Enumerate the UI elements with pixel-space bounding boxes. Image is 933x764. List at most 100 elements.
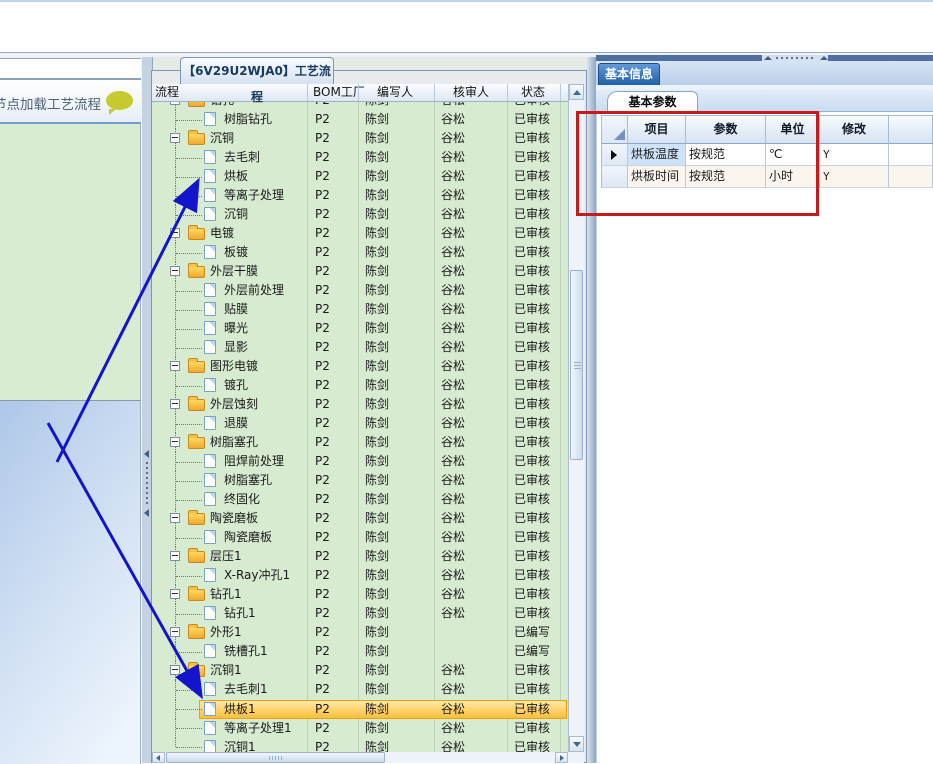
col-reviewer[interactable]: 核审人 (453, 85, 489, 100)
tree-row[interactable]: 终固化 P2 陈剑 谷松 已审核 (152, 490, 568, 510)
expand-collapse-box[interactable] (170, 551, 180, 562)
scroll-down-button[interactable] (569, 736, 584, 752)
row-selector-cell[interactable] (601, 166, 628, 188)
param-cell[interactable]: 按规范 (686, 166, 766, 188)
param-col-header[interactable]: 单位 (766, 115, 820, 144)
param-col-header[interactable]: 修改 (820, 115, 889, 144)
select-all-cell[interactable] (601, 115, 628, 144)
collapse-up-icon[interactable] (820, 56, 828, 60)
tree-row[interactable]: 外形1 P2 陈剑 已编写 (152, 623, 568, 643)
cell-rev: 谷松 (441, 511, 466, 526)
tree-row[interactable]: 树脂塞孔 P2 陈剑 谷松 已审核 (152, 471, 568, 491)
tree-row[interactable]: 铣槽孔1 P2 陈剑 已编写 (152, 642, 568, 662)
param-cell[interactable]: Y (820, 144, 889, 166)
expand-collapse-box[interactable] (170, 437, 180, 448)
node-label: 沉铜1 (210, 663, 242, 678)
col-flow[interactable]: 流程 (155, 85, 179, 100)
tree-row[interactable]: 图形电镀 P2 陈剑 谷松 已审核 (152, 357, 568, 377)
tree-row[interactable]: 曝光 P2 陈剑 谷松 已审核 (152, 319, 568, 339)
tree-row[interactable]: 钻孔1 P2 陈剑 谷松 已审核 (152, 604, 568, 624)
param-cell[interactable] (889, 144, 933, 166)
tree-row[interactable]: 退膜 P2 陈剑 谷松 已审核 (152, 414, 568, 434)
folder-icon (188, 225, 205, 241)
tree-row[interactable]: 沉铜1 P2 陈剑 谷松 已审核 (152, 737, 568, 752)
scroll-left-button[interactable] (152, 752, 165, 763)
tree-row[interactable]: 沉铜1 P2 陈剑 谷松 已审核 (152, 661, 568, 681)
node-label: 等离子处理 (224, 188, 285, 203)
param-cell[interactable] (889, 166, 933, 188)
col-author[interactable]: 编写人 (377, 85, 413, 100)
tree-row[interactable]: 电镀 P2 陈剑 谷松 已审核 (152, 224, 568, 244)
param-cell[interactable]: Y (820, 166, 889, 188)
tree-row[interactable]: X-Ray冲孔1 P2 陈剑 谷松 已审核 (152, 566, 568, 586)
cell-bom: P2 (315, 701, 330, 716)
tree-row[interactable]: 外层干膜 P2 陈剑 谷松 已审核 (152, 262, 568, 282)
vertical-scroll-thumb[interactable] (570, 270, 583, 460)
tree-connector-stub (176, 461, 202, 463)
collapse-up-icon[interactable] (764, 56, 772, 60)
tree-row[interactable]: 显影 P2 陈剑 谷松 已审核 (152, 338, 568, 358)
param-cell[interactable]: 烘板时间 (628, 166, 686, 188)
document-tab[interactable]: 【6V29U2WJA0】工艺流程 (180, 57, 334, 104)
tree-row[interactable]: 外层蚀刻 P2 陈剑 谷松 已审核 (152, 395, 568, 415)
expand-collapse-box[interactable] (170, 361, 180, 372)
expand-collapse-box[interactable] (170, 627, 180, 638)
expand-collapse-box[interactable] (170, 513, 180, 524)
tree-row[interactable]: 钻孔1 P2 陈剑 谷松 已审核 (152, 585, 568, 605)
splitter-grip[interactable] (146, 462, 148, 504)
cell-bom: P2 (315, 454, 330, 469)
scroll-up-button[interactable] (569, 84, 584, 100)
tree-row[interactable]: 钻孔 P2 陈剑 谷松 已审核 (152, 101, 568, 111)
expand-collapse-box[interactable] (170, 399, 180, 410)
tree-row[interactable]: 陶瓷磨板 P2 陈剑 谷松 已审核 (152, 509, 568, 529)
node-label: 钻孔 (210, 101, 234, 110)
tree-row[interactable]: 去毛刺 P2 陈剑 谷松 已审核 (152, 148, 568, 168)
vertical-splitter-right[interactable] (587, 57, 596, 763)
node-label: 外层蚀刻 (210, 397, 259, 412)
tree-row[interactable]: 陶瓷磨板 P2 陈剑 谷松 已审核 (152, 528, 568, 548)
tree-row[interactable]: 层压1 P2 陈剑 谷松 已审核 (152, 547, 568, 567)
param-cell[interactable]: 烘板温度 (628, 144, 686, 166)
row-selector-cell[interactable] (601, 144, 628, 166)
tree-row[interactable]: 板镀 P2 陈剑 谷松 已审核 (152, 243, 568, 263)
param-cell[interactable]: 小时 (766, 166, 820, 188)
tree-row[interactable]: 等离子处理1 P2 陈剑 谷松 已审核 (152, 718, 568, 738)
expand-collapse-box[interactable] (170, 589, 180, 600)
tree-row[interactable]: 沉铜 P2 陈剑 谷松 已审核 (152, 205, 568, 225)
param-col-header[interactable]: 项目 (628, 115, 686, 144)
tree-row[interactable]: 贴膜 P2 陈剑 谷松 已审核 (152, 300, 568, 320)
tree-row[interactable]: 树脂塞孔 P2 陈剑 谷松 已审核 (152, 433, 568, 453)
param-cell[interactable]: 按规范 (686, 144, 766, 166)
tree-row[interactable]: 镀孔 P2 陈剑 谷松 已审核 (152, 376, 568, 396)
tab-basic-params[interactable]: 基本参数 (607, 91, 698, 113)
tree-vertical-scrollbar[interactable] (568, 84, 584, 752)
expand-collapse-box[interactable] (170, 133, 180, 144)
param-cell[interactable]: ℃ (766, 144, 820, 166)
table-row[interactable]: 烘板时间 按规范 小时 Y (601, 166, 933, 188)
expand-collapse-box[interactable] (170, 228, 180, 239)
tree-horizontal-scrollbar[interactable] (152, 752, 584, 763)
table-row[interactable]: 烘板温度 按规范 ℃ Y (601, 144, 933, 166)
tree-row[interactable]: 沉铜 P2 陈剑 谷松 已审核 (152, 129, 568, 149)
col-status[interactable]: 状态 (521, 85, 545, 100)
expand-collapse-box[interactable] (170, 665, 180, 676)
scroll-right-button[interactable] (555, 752, 568, 763)
tab-basic-info[interactable]: 基本信息 (598, 63, 660, 85)
collapse-left-icon[interactable] (144, 450, 149, 458)
tree-row[interactable]: 烘板 P2 陈剑 谷松 已审核 (152, 167, 568, 187)
tree-row[interactable]: 去毛刺1 P2 陈剑 谷松 已审核 (152, 680, 568, 700)
tree-row[interactable]: 外层前处理 P2 陈剑 谷松 已审核 (152, 281, 568, 301)
horizontal-scroll-thumb[interactable] (166, 752, 385, 763)
tree-row[interactable]: 烘板1 P2 陈剑 谷松 已审核 (152, 699, 568, 719)
cell-sta: 已审核 (514, 397, 551, 412)
tree-connector-stub (176, 214, 202, 216)
tree-row[interactable]: 树脂钻孔 P2 陈剑 谷松 已审核 (152, 110, 568, 130)
tree-rows: 钻孔P2陈剑谷松已审核树脂钻孔P2陈剑谷松已审核沉铜P2陈剑谷松已审核去毛刺P2… (152, 101, 568, 752)
splitter-grip[interactable] (776, 57, 814, 59)
tree-row[interactable]: 等离子处理 P2 陈剑 谷松 已审核 (152, 186, 568, 206)
expand-collapse-box[interactable] (170, 266, 180, 277)
param-col-header[interactable]: 参数 (686, 115, 766, 144)
tree-row[interactable]: 阻焊前处理 P2 陈剑 谷松 已审核 (152, 452, 568, 472)
left-panel-green-area (0, 122, 141, 401)
collapse-left-icon[interactable] (144, 509, 149, 517)
